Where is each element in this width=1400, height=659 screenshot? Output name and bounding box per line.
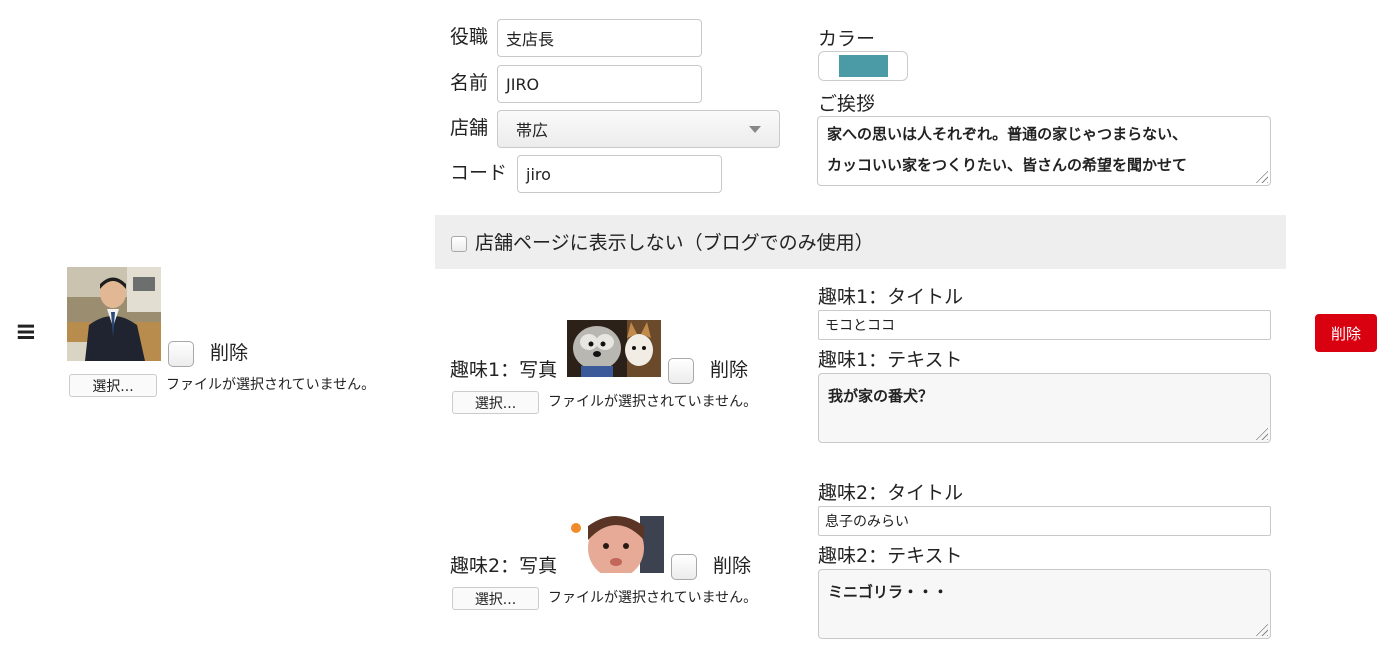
chevron-down-icon bbox=[749, 125, 761, 133]
store-label: 店舗 bbox=[450, 117, 489, 139]
greeting-textarea[interactable]: 家への思いは人それぞれ。普通の家じゃつまらない、 カッコいい家をつくりたい、皆さ… bbox=[817, 116, 1271, 186]
hobby1-title-input[interactable]: モコとココ bbox=[818, 310, 1271, 340]
hobby1-photo bbox=[567, 320, 661, 377]
hobby1-text-textarea[interactable]: 我が家の番犬？ bbox=[818, 373, 1271, 443]
hobby2-photo bbox=[570, 516, 664, 573]
hobby1-title-label: 趣味1：タイトル bbox=[818, 286, 964, 308]
name-input[interactable]: JIRO bbox=[497, 65, 702, 103]
position-input[interactable]: 支店長 bbox=[497, 19, 702, 57]
code-label: コード bbox=[450, 162, 508, 184]
hobby2-text-value: ミニゴリラ・・・ bbox=[828, 583, 949, 601]
resize-grip-icon[interactable] bbox=[1254, 426, 1268, 440]
hobby1-delete-label: 削除 bbox=[710, 359, 749, 381]
code-input[interactable]: jiro bbox=[517, 155, 722, 193]
store-select-value: 帯広 bbox=[516, 121, 549, 140]
hobby2-photo-label: 趣味2：写真 bbox=[450, 555, 558, 577]
hobby1-delete-checkbox[interactable] bbox=[668, 358, 694, 384]
hobby2-file-button[interactable]: 選択... bbox=[452, 587, 539, 610]
store-select[interactable]: 帯広 bbox=[497, 110, 780, 148]
hobby1-file-button[interactable]: 選択... bbox=[452, 391, 539, 414]
greeting-line-1: 家への思いは人それぞれ。普通の家じゃつまらない、 bbox=[827, 125, 1188, 143]
profile-delete-label: 削除 bbox=[210, 342, 249, 364]
greeting-line-2: カッコいい家をつくりたい、皆さんの希望を聞かせて bbox=[827, 156, 1188, 174]
profile-file-status: ファイルが選択されていません。 bbox=[166, 377, 376, 393]
profile-photo bbox=[67, 267, 161, 361]
hobby1-photo-label: 趣味1：写真 bbox=[450, 359, 558, 381]
profile-delete-checkbox[interactable] bbox=[168, 341, 194, 367]
color-label: カラー bbox=[818, 28, 876, 50]
resize-grip-icon[interactable] bbox=[1254, 622, 1268, 636]
hobby2-text-label: 趣味2：テキスト bbox=[818, 545, 963, 567]
profile-file-button[interactable]: 選択... bbox=[69, 374, 157, 397]
color-picker[interactable] bbox=[818, 51, 908, 81]
hide-option-label[interactable]: 店舗ページに表示しない（ブログでのみ使用） bbox=[475, 234, 874, 253]
hobby2-title-input[interactable]: 息子のみらい bbox=[818, 506, 1271, 536]
hobby2-file-status: ファイルが選択されていません。 bbox=[548, 590, 758, 606]
name-label: 名前 bbox=[450, 72, 489, 94]
color-swatch bbox=[839, 55, 888, 77]
position-label: 役職 bbox=[450, 26, 489, 48]
hobby1-file-status: ファイルが選択されていません。 bbox=[548, 394, 758, 410]
greeting-label: ご挨拶 bbox=[818, 93, 876, 115]
hide-option-checkbox[interactable] bbox=[451, 236, 467, 252]
drag-handle-icon[interactable]: ≡ bbox=[15, 319, 37, 345]
hobby2-text-textarea[interactable]: ミニゴリラ・・・ bbox=[818, 569, 1271, 639]
row-delete-button[interactable]: 削除 bbox=[1315, 314, 1377, 352]
hobby2-title-label: 趣味2：タイトル bbox=[818, 482, 964, 504]
hobby1-text-value: 我が家の番犬？ bbox=[828, 387, 934, 405]
hobby2-delete-checkbox[interactable] bbox=[671, 554, 697, 580]
hobby2-delete-label: 削除 bbox=[713, 555, 752, 577]
hobby1-text-label: 趣味1：テキスト bbox=[818, 349, 963, 371]
